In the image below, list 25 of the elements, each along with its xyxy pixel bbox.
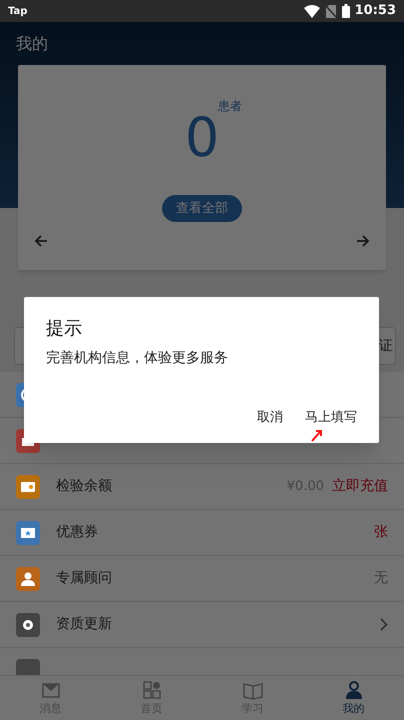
dialog-title: 提示 xyxy=(46,317,83,341)
menu-label[interactable]: 检验余额 xyxy=(56,476,112,497)
count-label: 患者 xyxy=(218,98,242,115)
page-title: 我的 xyxy=(16,32,48,54)
left-arrow-icon[interactable] xyxy=(34,234,48,248)
right-arrow-icon[interactable] xyxy=(356,234,370,248)
menu-label[interactable]: 资质更新 xyxy=(56,614,112,635)
menu-label[interactable]: 专属顾问 xyxy=(56,568,112,589)
cancel-button[interactable]: 取消 xyxy=(257,408,283,427)
menu-label[interactable]: 优惠券 xyxy=(56,522,98,543)
battery-icon xyxy=(342,4,350,18)
recharge-link[interactable]: 立即充值 xyxy=(332,476,388,497)
clock: 10:53 xyxy=(354,2,396,20)
patient-count: 0 xyxy=(184,106,220,171)
grid-icon xyxy=(140,678,162,701)
wifi-icon xyxy=(304,4,320,18)
chevron-icon xyxy=(380,618,388,631)
pointer-arrow-icon xyxy=(311,429,323,442)
dialog-message: 完善机构信息，体验更多服务 xyxy=(46,349,229,368)
tab[interactable]: 我的 xyxy=(303,676,404,720)
confirm-button[interactable]: 马上填写 xyxy=(305,408,357,427)
app-label: Tap xyxy=(8,4,28,18)
no-sim-icon xyxy=(326,4,336,18)
view-all-button[interactable]: 查看全部 xyxy=(162,195,242,222)
menu-value: 张 xyxy=(374,523,388,542)
